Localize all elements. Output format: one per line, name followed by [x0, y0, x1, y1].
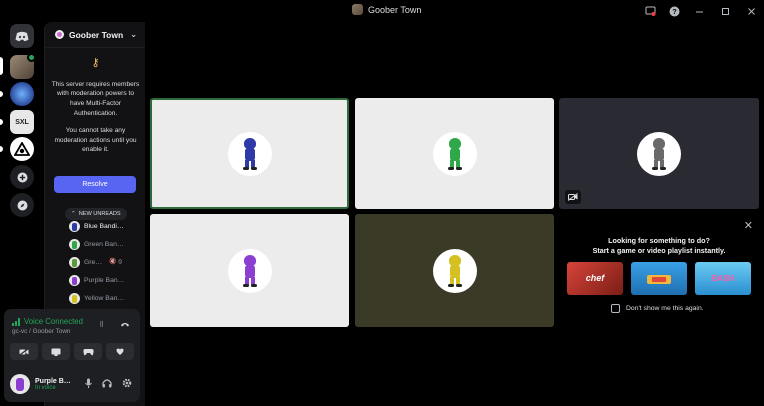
screen-share-button[interactable] — [42, 343, 70, 360]
avatar — [432, 131, 477, 176]
unread-pill — [0, 146, 3, 152]
mfa-notice: ⚷ This server requires members with mode… — [51, 52, 140, 155]
camera-button[interactable] — [10, 343, 38, 360]
discord-home-icon[interactable] — [10, 24, 34, 48]
activity-suggestion-card: ✕ Looking for something to do? Start a g… — [559, 214, 759, 327]
bandicoot-avatar-icon — [241, 137, 259, 170]
user-panel[interactable]: Purple B… In voice — [10, 371, 136, 397]
bandicoot-avatar-icon — [650, 137, 668, 170]
window-title: Goober Town — [352, 4, 421, 15]
avatar — [69, 256, 80, 268]
avatar — [69, 238, 80, 250]
checkbox-label: Don't show me this again. — [626, 305, 704, 312]
noise-suppression-icon[interactable]: ⦚⦚ — [100, 320, 103, 330]
bandicoot-avatar-icon — [446, 254, 464, 287]
activity-title-line-1: Looking for something to do? — [608, 236, 710, 245]
muted-deafened-icons: 🔇 ⦸ — [109, 259, 123, 265]
avatar — [69, 274, 80, 286]
activity-title: Looking for something to do? Start a gam… — [559, 236, 759, 255]
resolve-button[interactable]: Resolve — [54, 176, 136, 193]
voice-status[interactable]: Voice Connected — [12, 317, 83, 326]
avatar — [637, 131, 681, 176]
server-name: Goober Town — [69, 29, 124, 40]
help-icon[interactable]: ? — [662, 0, 686, 22]
checkbox[interactable] — [611, 304, 620, 313]
avatar — [227, 248, 272, 293]
add-server-icon[interactable] — [10, 165, 34, 189]
voice-member[interactable]: Blue Bandi… — [69, 219, 124, 233]
voice-status-text: Voice Connected — [24, 317, 83, 326]
mfa-notice-text-2: You cannot take any moderation actions u… — [54, 127, 137, 154]
unread-pill — [0, 91, 3, 97]
video-tile-blue-bandicoot[interactable] — [150, 98, 349, 209]
key-icon: ⚷ — [91, 57, 100, 69]
unread-pill — [0, 119, 3, 125]
voice-activity-badge — [27, 53, 36, 62]
close-icon[interactable]: ✕ — [744, 219, 753, 232]
game-bash[interactable]: BASH — [695, 262, 751, 295]
chevron-down-icon[interactable]: ⌄ — [130, 30, 137, 39]
server-avatar-goober-town[interactable] — [10, 53, 36, 79]
game-chef-showdown[interactable]: chef — [567, 262, 623, 295]
close-icon[interactable] — [738, 0, 764, 22]
bandicoot-avatar-icon — [446, 137, 464, 170]
new-unreads-label: NEW UNREADS — [78, 211, 121, 217]
server-header[interactable]: Goober Town ⌄ — [45, 22, 145, 48]
headphones-icon[interactable] — [102, 378, 112, 390]
server-icon — [352, 4, 363, 15]
dont-show-checkbox[interactable]: Don't show me this again. — [611, 304, 704, 313]
avatar — [10, 374, 30, 394]
voice-member-name: Yellow Ban… — [84, 294, 125, 302]
voice-member[interactable]: Purple Ban… — [69, 273, 124, 287]
server-avatar-triangle-eye[interactable] — [10, 137, 34, 161]
svg-text:?: ? — [672, 7, 677, 16]
avatar — [69, 292, 80, 304]
soundboard-button[interactable] — [106, 343, 134, 360]
voice-member-name: Purple Ban… — [84, 276, 125, 284]
voice-member-name: Green Ban… — [84, 240, 124, 248]
server-guide-icon — [55, 30, 64, 39]
screen-record-icon[interactable] — [638, 0, 662, 22]
discover-icon[interactable] — [10, 193, 34, 217]
server-avatar-blue-orb[interactable] — [10, 82, 34, 106]
title-bar: Goober Town ? — [0, 0, 764, 22]
minimize-icon[interactable] — [686, 0, 712, 22]
video-tile-gray-bandicoot[interactable] — [559, 98, 759, 209]
voice-member-name: Blue Bandi… — [84, 222, 124, 230]
user-status: In voice — [35, 384, 56, 391]
video-tile-purple-bandicoot[interactable] — [150, 214, 349, 327]
gear-icon[interactable] — [122, 378, 132, 390]
server-avatar-sxl[interactable]: SXL — [10, 110, 34, 134]
microphone-icon[interactable] — [85, 378, 92, 390]
voice-member[interactable]: Green Ban… — [69, 237, 124, 251]
signal-icon — [12, 317, 20, 326]
voice-member[interactable]: Yellow Ban… — [69, 291, 124, 305]
voice-panel: Voice Connected gc-vc / Goober Town ⦚⦚ P… — [4, 309, 140, 402]
voice-member[interactable]: Gre… 🔇 ⦸ — [69, 255, 122, 269]
game-label: BASH — [711, 273, 735, 283]
video-tile-yellow-bandicoot[interactable] — [355, 214, 554, 327]
voice-member-name: Gre… — [84, 258, 103, 266]
game-thumbnail-icon — [647, 274, 671, 284]
game-label: chef — [585, 273, 605, 283]
bandicoot-avatar-icon — [241, 254, 259, 287]
disconnect-icon[interactable] — [120, 320, 130, 330]
voice-channel-path[interactable]: gc-vc / Goober Town — [12, 328, 71, 335]
chevron-up-icon: ⌃ — [71, 211, 76, 217]
avatar — [69, 220, 80, 232]
activity-button[interactable] — [74, 343, 102, 360]
window-title-text: Goober Town — [368, 4, 422, 15]
mfa-notice-text-1: This server requires members with modera… — [51, 80, 140, 117]
avatar — [432, 248, 477, 293]
user-name: Purple B… — [35, 377, 71, 385]
selected-server-pill — [0, 57, 3, 75]
avatar — [227, 131, 272, 176]
activity-title-line-2: Start a game or video playlist instantly… — [592, 245, 726, 255]
video-tile-green-bandicoot[interactable] — [355, 98, 554, 209]
maximize-icon[interactable] — [712, 0, 738, 22]
game-puzzle[interactable] — [631, 262, 687, 295]
camera-off-icon — [565, 190, 581, 204]
